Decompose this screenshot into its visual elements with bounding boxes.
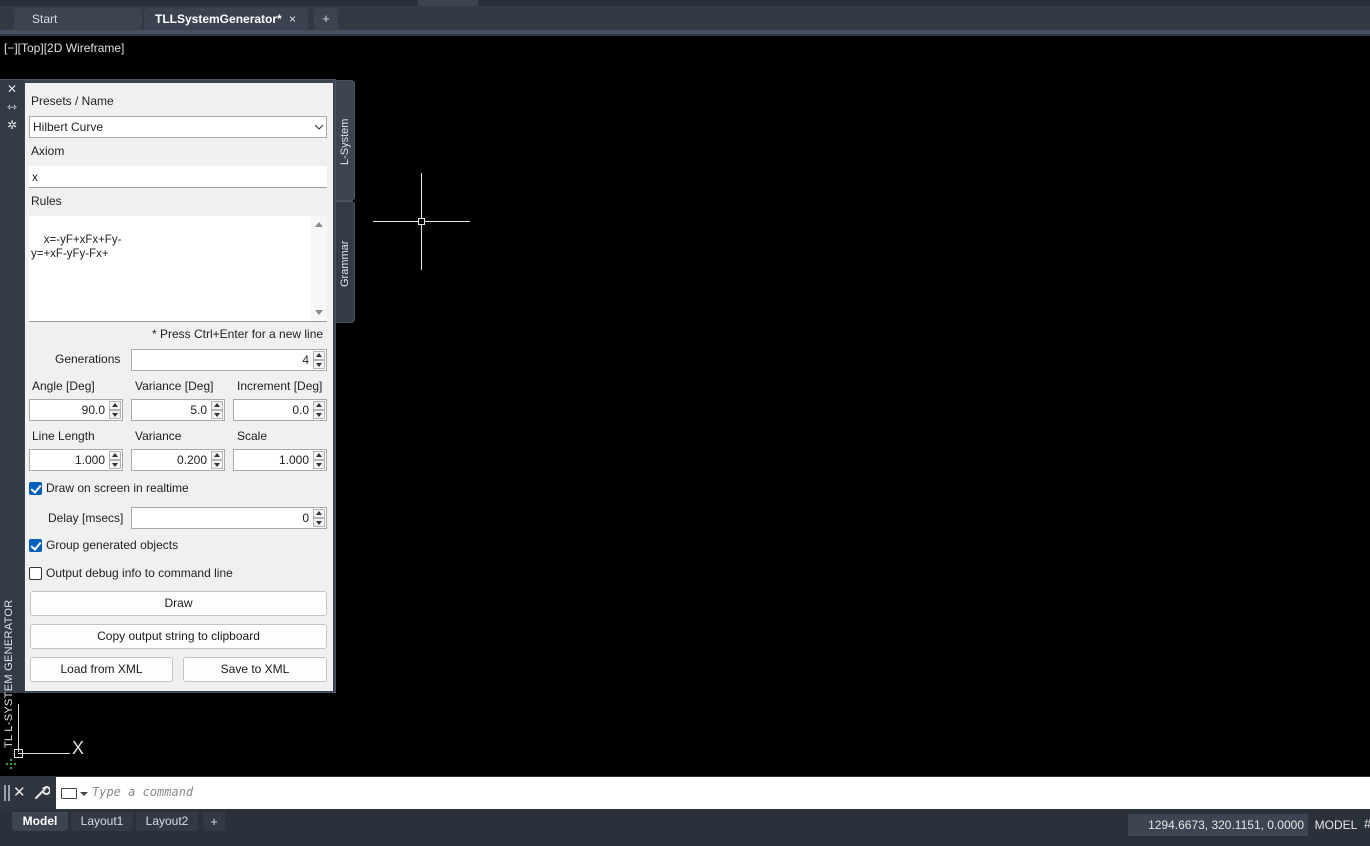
increment-spin-buttons[interactable] — [313, 401, 325, 419]
palette-title: TL L-SYSTEM GENERATOR — [3, 599, 15, 748]
coordinate-readout[interactable]: 1294.6673, 320.1151, 0.0000 — [1128, 814, 1308, 836]
side-tab-lsystem[interactable]: L-System — [336, 80, 355, 201]
command-input-area[interactable] — [56, 777, 1370, 809]
chevron-down-icon[interactable] — [80, 792, 88, 796]
line-length-value: 1.000 — [74, 453, 105, 467]
side-tab-grammar-label: Grammar — [339, 240, 351, 287]
document-tab-bar: Start TLLSystemGenerator* × + — [0, 0, 1370, 36]
variance-deg-stepper[interactable]: 5.0 — [131, 399, 225, 421]
properties-icon[interactable]: ✲ — [5, 118, 19, 132]
add-layout-button[interactable]: + — [203, 812, 225, 831]
group-objects-checkbox[interactable] — [29, 539, 42, 552]
increment-label: Increment [Deg] — [237, 379, 323, 393]
generations-label: Generations — [55, 352, 121, 366]
preset-dropdown[interactable]: Hilbert Curve — [29, 116, 327, 138]
delay-stepper[interactable]: 0 — [131, 507, 327, 529]
draw-button[interactable]: Draw — [30, 591, 327, 616]
variance-deg-value: 5.0 — [190, 403, 207, 417]
side-tab-grammar[interactable]: Grammar — [336, 201, 355, 323]
close-icon[interactable]: ✕ — [5, 82, 19, 96]
rules-text: x=-yF+xFx+Fy- y=+xF-yFy-Fx+ — [31, 234, 122, 260]
axiom-label: Axiom — [31, 144, 65, 158]
crosshair-pickbox — [418, 218, 425, 225]
tab-close-icon[interactable]: × — [289, 8, 296, 30]
angle-stepper[interactable]: 90.0 — [29, 399, 123, 421]
ucs-x-label: X — [72, 738, 85, 758]
grip-icon[interactable] — [4, 785, 10, 801]
variance-spin-buttons[interactable] — [211, 451, 223, 469]
line-length-spin-buttons[interactable] — [109, 451, 121, 469]
rules-scrollbar[interactable] — [311, 216, 327, 321]
tab-start-label: Start — [32, 12, 58, 26]
auto-hide-icon[interactable]: ⇿ — [5, 100, 19, 114]
command-close-icon[interactable]: ✕ — [13, 783, 26, 801]
side-tab-lsystem-label: L-System — [339, 118, 351, 165]
layout-tab-model[interactable]: Model — [12, 812, 68, 831]
variance-stepper[interactable]: 0.200 — [131, 449, 225, 471]
grid-icon[interactable]: # — [1364, 816, 1370, 831]
generations-value: 4 — [302, 353, 309, 367]
tab-start[interactable]: Start — [14, 8, 142, 30]
tab-underline — [0, 30, 1370, 34]
command-prompt-icon[interactable] — [61, 788, 77, 799]
status-bar: Model Layout1 Layout2 + 1294.6673, 320.1… — [0, 810, 1370, 846]
debug-output-checkbox[interactable] — [29, 567, 42, 580]
axiom-field[interactable]: x — [29, 166, 327, 188]
generations-stepper[interactable]: 4 — [131, 349, 327, 371]
presets-label: Presets / Name — [31, 94, 114, 108]
ribbon-edge — [0, 0, 1370, 6]
load-xml-button[interactable]: Load from XML — [30, 657, 173, 682]
ucs-origin-box — [14, 749, 23, 758]
variance-deg-spin-buttons[interactable] — [211, 401, 223, 419]
palette-titlebar[interactable]: ✕ ⇿ ✲ TL L-SYSTEM GENERATOR — [0, 80, 24, 770]
layout-tab-layout2[interactable]: Layout2 — [136, 812, 198, 831]
command-input[interactable] — [92, 785, 992, 799]
variance-value: 0.200 — [176, 453, 207, 467]
line-length-stepper[interactable]: 1.000 — [29, 449, 123, 471]
line-length-label: Line Length — [32, 429, 95, 443]
viewport-controls[interactable]: [−][Top][2D Wireframe] — [4, 41, 124, 55]
palette-grip-icon — [5, 758, 17, 770]
variance-label: Variance — [135, 429, 182, 443]
model-space-button[interactable]: MODEL — [1310, 814, 1362, 836]
new-tab-button[interactable]: + — [314, 8, 338, 30]
rules-textarea[interactable]: x=-yF+xFx+Fy- y=+xF-yFy-Fx+ — [29, 216, 327, 322]
variance-deg-label: Variance [Deg] — [135, 379, 214, 393]
chevron-down-icon — [315, 124, 323, 130]
tab-active-label: TLLSystemGenerator* — [155, 12, 282, 26]
scale-label: Scale — [237, 429, 268, 443]
tab-tllsystemgenerator[interactable]: TLLSystemGenerator* × — [144, 8, 308, 30]
scale-stepper[interactable]: 1.000 — [233, 449, 327, 471]
increment-stepper[interactable]: 0.0 — [233, 399, 327, 421]
lsystem-panel: Presets / Name Hilbert Curve Axiom x Rul… — [25, 83, 333, 691]
draw-realtime-label: Draw on screen in realtime — [46, 481, 189, 495]
angle-spin-buttons[interactable] — [109, 401, 121, 419]
ucs-x-axis — [18, 753, 70, 754]
save-xml-button[interactable]: Save to XML — [183, 657, 327, 682]
wrench-icon[interactable] — [34, 784, 50, 800]
layout-tab-layout1[interactable]: Layout1 — [71, 812, 133, 831]
generations-spin-buttons[interactable] — [313, 351, 325, 369]
copy-output-button[interactable]: Copy output string to clipboard — [30, 624, 327, 649]
scale-spin-buttons[interactable] — [313, 451, 325, 469]
scale-value: 1.000 — [278, 453, 309, 467]
group-objects-label: Group generated objects — [46, 538, 179, 552]
draw-realtime-checkbox[interactable] — [29, 482, 42, 495]
rules-label: Rules — [31, 194, 62, 208]
increment-value: 0.0 — [292, 403, 309, 417]
ucs-y-axis — [18, 704, 19, 752]
debug-output-label: Output debug info to command line — [46, 566, 233, 580]
angle-value: 90.0 — [81, 403, 105, 417]
preset-value: Hilbert Curve — [33, 120, 104, 134]
ribbon-edge-highlight — [418, 0, 478, 6]
rules-hint: * Press Ctrl+Enter for a new line — [152, 327, 324, 341]
angle-label: Angle [Deg] — [32, 379, 95, 393]
delay-value: 0 — [302, 511, 309, 525]
delay-spin-buttons[interactable] — [313, 509, 325, 527]
delay-label: Delay [msecs] — [48, 511, 124, 525]
